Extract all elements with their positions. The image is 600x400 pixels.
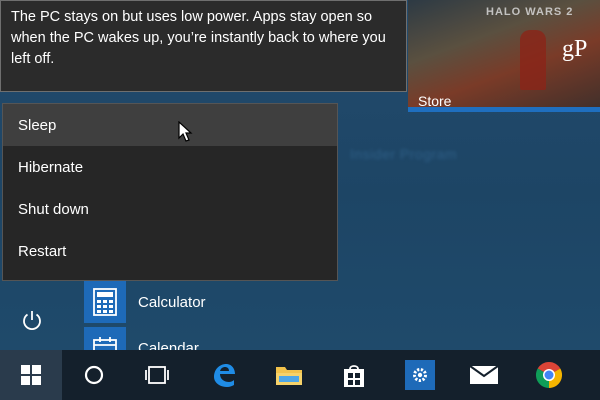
- store-bag-icon: [344, 365, 364, 387]
- power-menu-shut-down[interactable]: Shut down: [3, 188, 337, 230]
- sleep-tooltip: The PC stays on but uses low power. Apps…: [0, 0, 407, 92]
- mouse-cursor-icon: [178, 121, 193, 142]
- app-name: Calculator: [138, 293, 206, 311]
- power-menu-sleep[interactable]: Sleep: [3, 104, 337, 146]
- settings-button[interactable]: [389, 350, 451, 400]
- store-button[interactable]: [323, 350, 385, 400]
- file-explorer-icon: [276, 367, 302, 385]
- task-view-icon: [145, 366, 169, 384]
- game-art-figure: [520, 30, 546, 90]
- game-title-art: HALO WARS 2: [486, 6, 574, 18]
- power-icon[interactable]: [20, 308, 44, 332]
- app-calculator[interactable]: Calculator: [84, 281, 206, 323]
- power-menu-hibernate[interactable]: Hibernate: [3, 146, 337, 188]
- edge-icon: [214, 364, 235, 387]
- settings-gear-icon: [413, 368, 427, 382]
- chrome-icon: [535, 361, 563, 389]
- store-tile[interactable]: HALO WARS 2 gP Store: [408, 0, 600, 112]
- chrome-button[interactable]: [518, 350, 580, 400]
- edge-button[interactable]: [193, 350, 255, 400]
- mail-icon: [469, 365, 499, 384]
- start-button[interactable]: [0, 350, 62, 400]
- store-tile-accent-bar: [408, 107, 600, 112]
- cortana-icon: [84, 365, 104, 385]
- gp-logo: gP: [562, 36, 588, 62]
- file-explorer-button[interactable]: [258, 350, 320, 400]
- cortana-button[interactable]: [63, 350, 125, 400]
- mail-button[interactable]: [453, 350, 515, 400]
- taskbar: [0, 350, 600, 400]
- blurred-section-heading: Insider Program: [350, 146, 458, 162]
- task-view-button[interactable]: [126, 350, 188, 400]
- power-menu-restart[interactable]: Restart: [3, 230, 337, 272]
- power-menu: Sleep Hibernate Shut down Restart: [2, 103, 338, 281]
- windows-logo-icon: [21, 365, 41, 385]
- calculator-icon: [84, 281, 126, 323]
